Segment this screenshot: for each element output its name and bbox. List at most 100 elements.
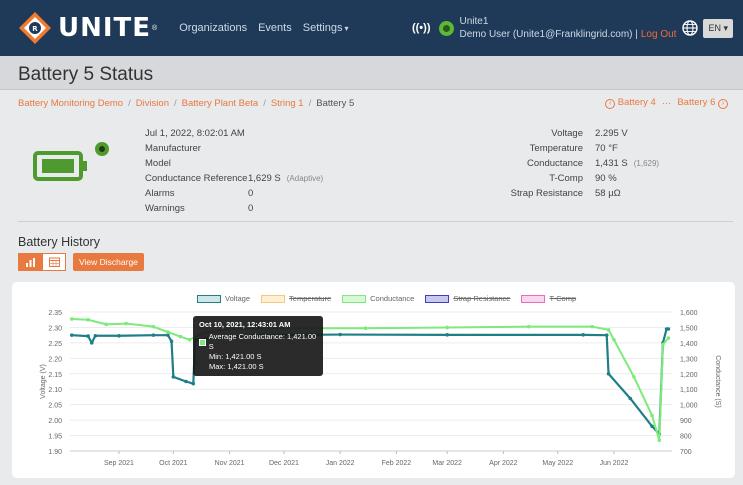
legend-label: T-Comp <box>549 294 577 303</box>
readings-list: Voltage 2.295 V Temperature 70 °F Conducta… <box>485 126 665 201</box>
breadcrumb-string[interactable]: String 1 <box>271 98 304 109</box>
legend-label: Temperature <box>289 294 332 303</box>
data-point-conductance <box>632 375 636 379</box>
breadcrumb: Battery Monitoring Demo / Division / Bat… <box>0 91 743 115</box>
legend-item-strap-resistance[interactable]: Strap Resistance <box>425 294 510 303</box>
breadcrumb-separator: / <box>128 97 131 109</box>
tcomp-label: T-Comp <box>549 173 583 184</box>
x-tick-label: Jan 2022 <box>326 460 355 467</box>
x-tick-label: Oct 2021 <box>159 460 188 467</box>
wireless-signal-icon[interactable]: ((•)) <box>412 22 431 34</box>
battery-icon <box>33 151 87 181</box>
nav-organizations[interactable]: Organizations <box>179 22 247 34</box>
brand-trademark: ® <box>152 24 158 32</box>
x-tick-label: Dec 2021 <box>269 460 299 467</box>
data-point-voltage <box>166 333 170 337</box>
y-axis-title: Voltage (V) <box>40 364 47 399</box>
data-point-voltage <box>93 333 98 338</box>
legend-swatch <box>521 294 546 303</box>
legend-item-conductance[interactable]: Conductance <box>342 294 414 303</box>
conductance-number: 1,431 S <box>595 158 628 169</box>
breadcrumb-division[interactable]: Division <box>136 98 169 109</box>
series-line-conductance <box>71 317 670 442</box>
logout-link[interactable]: Log Out <box>641 28 677 41</box>
breadcrumb-org[interactable]: Battery Monitoring Demo <box>18 98 123 109</box>
conductance-reference: (1,629) <box>633 159 660 168</box>
data-point-conductance <box>526 324 531 329</box>
x-tick-label: Jun 2022 <box>600 460 629 467</box>
data-point-conductance <box>178 334 183 339</box>
battery-history-title: Battery History <box>18 235 100 249</box>
data-point-voltage <box>86 334 90 338</box>
nav-settings[interactable]: Settings ▾ <box>303 22 349 34</box>
legend-swatch <box>425 294 450 303</box>
next-battery-link[interactable]: Battery 6 › <box>677 97 728 109</box>
tooltip-average: Average Conductance: 1,421.00 S <box>208 332 317 351</box>
brand-logo[interactable]: R UNITE ® <box>18 11 157 45</box>
data-point-voltage <box>171 375 176 379</box>
legend-label: Voltage <box>225 294 251 303</box>
data-point-voltage <box>191 381 196 386</box>
nav-events[interactable]: Events <box>258 22 292 34</box>
y2-tick-label: 1,400 <box>680 341 698 348</box>
alarms-value: 0 <box>248 188 254 199</box>
language-dropdown[interactable]: EN ▾ <box>703 18 733 38</box>
y2-tick-label: 1,200 <box>680 372 698 379</box>
y-tick-label: 1.95 <box>48 434 62 441</box>
y2-tick-label: 1,100 <box>680 387 698 394</box>
y2-tick-label: 900 <box>680 418 692 425</box>
voltage-value: 2.295 V <box>595 128 628 139</box>
data-point-conductance <box>661 342 665 347</box>
y2-tick-label: 800 <box>680 434 692 441</box>
tcomp-value: 90 % <box>595 173 617 184</box>
calendar-icon <box>48 257 60 267</box>
temperature-value: 70 °F <box>595 143 618 154</box>
data-point-voltage <box>666 327 671 331</box>
prev-battery-link[interactable]: ‹ Battery 4 <box>605 97 656 109</box>
user-status-icon <box>438 20 454 36</box>
conductance-value: 1,431 S (1,629) <box>595 156 665 171</box>
x-tick-label: May 2022 <box>542 460 573 467</box>
battery-history-chart[interactable]: 2.35 2.30 2.25 2.20 2.15 2.10 2.05 2.00 1.95 1.90… <box>12 282 735 478</box>
data-point-voltage <box>117 333 121 338</box>
table-view-button[interactable] <box>42 253 66 271</box>
tooltip-min: Min: 1,421.00 S <box>209 352 262 361</box>
data-point-voltage <box>628 396 633 401</box>
data-point-voltage <box>445 333 449 337</box>
data-point-voltage <box>89 341 94 345</box>
voltage-label: Voltage <box>551 128 583 139</box>
data-point-voltage <box>184 379 188 384</box>
view-discharge-button[interactable]: View Discharge <box>73 253 144 271</box>
svg-text:R: R <box>32 25 38 33</box>
y-tick-label: 2.15 <box>48 372 62 379</box>
legend-item-temperature[interactable]: Temperature <box>261 294 331 303</box>
data-point-conductance <box>445 325 449 330</box>
data-point-conductance <box>70 317 74 321</box>
y-tick-label: 2.00 <box>48 418 62 425</box>
user-account-name: Unite1 <box>459 16 489 27</box>
tooltip-title: Oct 10, 2021, 12:43:01 AM <box>199 320 291 329</box>
data-point-conductance <box>612 338 616 342</box>
chart-view-button[interactable] <box>18 253 42 271</box>
y-tick-label: 2.20 <box>48 356 62 363</box>
brand-name: UNITE <box>58 13 152 43</box>
data-point-voltage <box>169 339 174 344</box>
legend-item-t-comp[interactable]: T-Comp <box>521 294 576 303</box>
legend-swatch <box>197 294 221 303</box>
page-title: Battery 5 Status <box>18 64 154 85</box>
alarms-label: Alarms <box>145 188 175 199</box>
data-point-voltage <box>70 333 74 337</box>
data-point-conductance <box>124 321 129 326</box>
warnings-value: 0 <box>248 203 254 214</box>
legend-item-voltage[interactable]: Voltage <box>197 294 250 303</box>
warnings-label: Warnings <box>145 203 185 214</box>
x-tick-label: Apr 2022 <box>489 460 518 467</box>
breadcrumb-plant[interactable]: Battery Plant Beta <box>182 98 259 109</box>
data-point-voltage <box>650 424 654 429</box>
chart-tooltip: Oct 10, 2021, 12:43:01 AM Average Conduc… <box>193 316 323 376</box>
chart-canvas: 2.35 2.30 2.25 2.20 2.15 2.10 2.05 2.00 1.95 1.90… <box>40 310 721 467</box>
y2-tick-label: 1,500 <box>680 325 698 332</box>
globe-icon[interactable] <box>682 20 699 36</box>
data-point-conductance <box>606 327 611 332</box>
nav-settings-label: Settings <box>302 22 343 34</box>
